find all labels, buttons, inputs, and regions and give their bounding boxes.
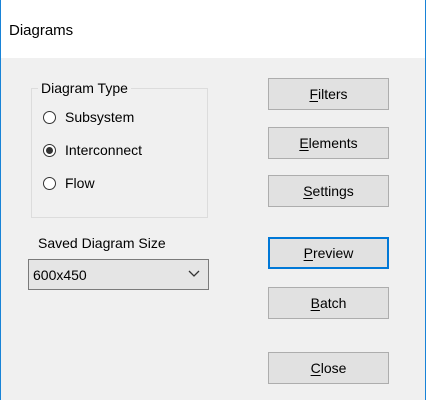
filters-button-mnemonic: F (309, 86, 318, 102)
settings-button-mnemonic: S (303, 183, 313, 199)
filters-button-label: ilters (318, 86, 348, 102)
preview-button-mnemonic: P (303, 245, 313, 261)
radio-interconnect-circle[interactable] (43, 143, 56, 157)
diagram-type-group: Diagram Type Subsystem Interconnect Flow (31, 80, 208, 218)
diagram-type-label: Diagram Type (38, 80, 131, 96)
elements-button-label: lements (308, 135, 358, 151)
close-button-label: lose (320, 360, 347, 376)
batch-button-label: atch (319, 295, 347, 311)
preview-button-label: review (312, 245, 354, 261)
close-button-mnemonic: C (310, 360, 321, 376)
chevron-down-icon[interactable] (188, 269, 200, 279)
settings-button-label: ettings (312, 183, 354, 199)
batch-button[interactable]: Batch (268, 287, 389, 319)
radio-interconnect-label[interactable]: Interconnect (65, 142, 142, 158)
saved-diagram-size-value[interactable]: 600x450 (33, 267, 87, 283)
radio-subsystem-label[interactable]: Subsystem (65, 109, 134, 125)
window-title: Diagrams (9, 22, 74, 39)
radio-subsystem[interactable]: Subsystem (43, 109, 134, 125)
dialog-client-area: Diagram Type Subsystem Interconnect Flow… (1, 58, 425, 400)
elements-button[interactable]: Elements (268, 127, 389, 159)
title-bar[interactable]: Diagrams (1, 0, 425, 58)
radio-subsystem-circle[interactable] (43, 110, 56, 124)
close-button[interactable]: Close (268, 352, 389, 384)
preview-button[interactable]: Preview (268, 237, 389, 269)
saved-diagram-size-label: Saved Diagram Size (38, 235, 166, 251)
elements-button-mnemonic: E (299, 135, 309, 151)
filters-button[interactable]: Filters (268, 78, 389, 110)
saved-diagram-size-select[interactable]: 600x450 (28, 259, 209, 290)
settings-button[interactable]: Settings (268, 175, 389, 207)
radio-flow[interactable]: Flow (43, 175, 95, 191)
batch-button-mnemonic: B (310, 295, 320, 311)
radio-interconnect[interactable]: Interconnect (43, 142, 142, 158)
radio-flow-circle[interactable] (43, 176, 56, 190)
diagrams-window: Diagrams Diagram Type Subsystem Intercon… (0, 0, 426, 400)
radio-flow-label[interactable]: Flow (65, 175, 95, 191)
